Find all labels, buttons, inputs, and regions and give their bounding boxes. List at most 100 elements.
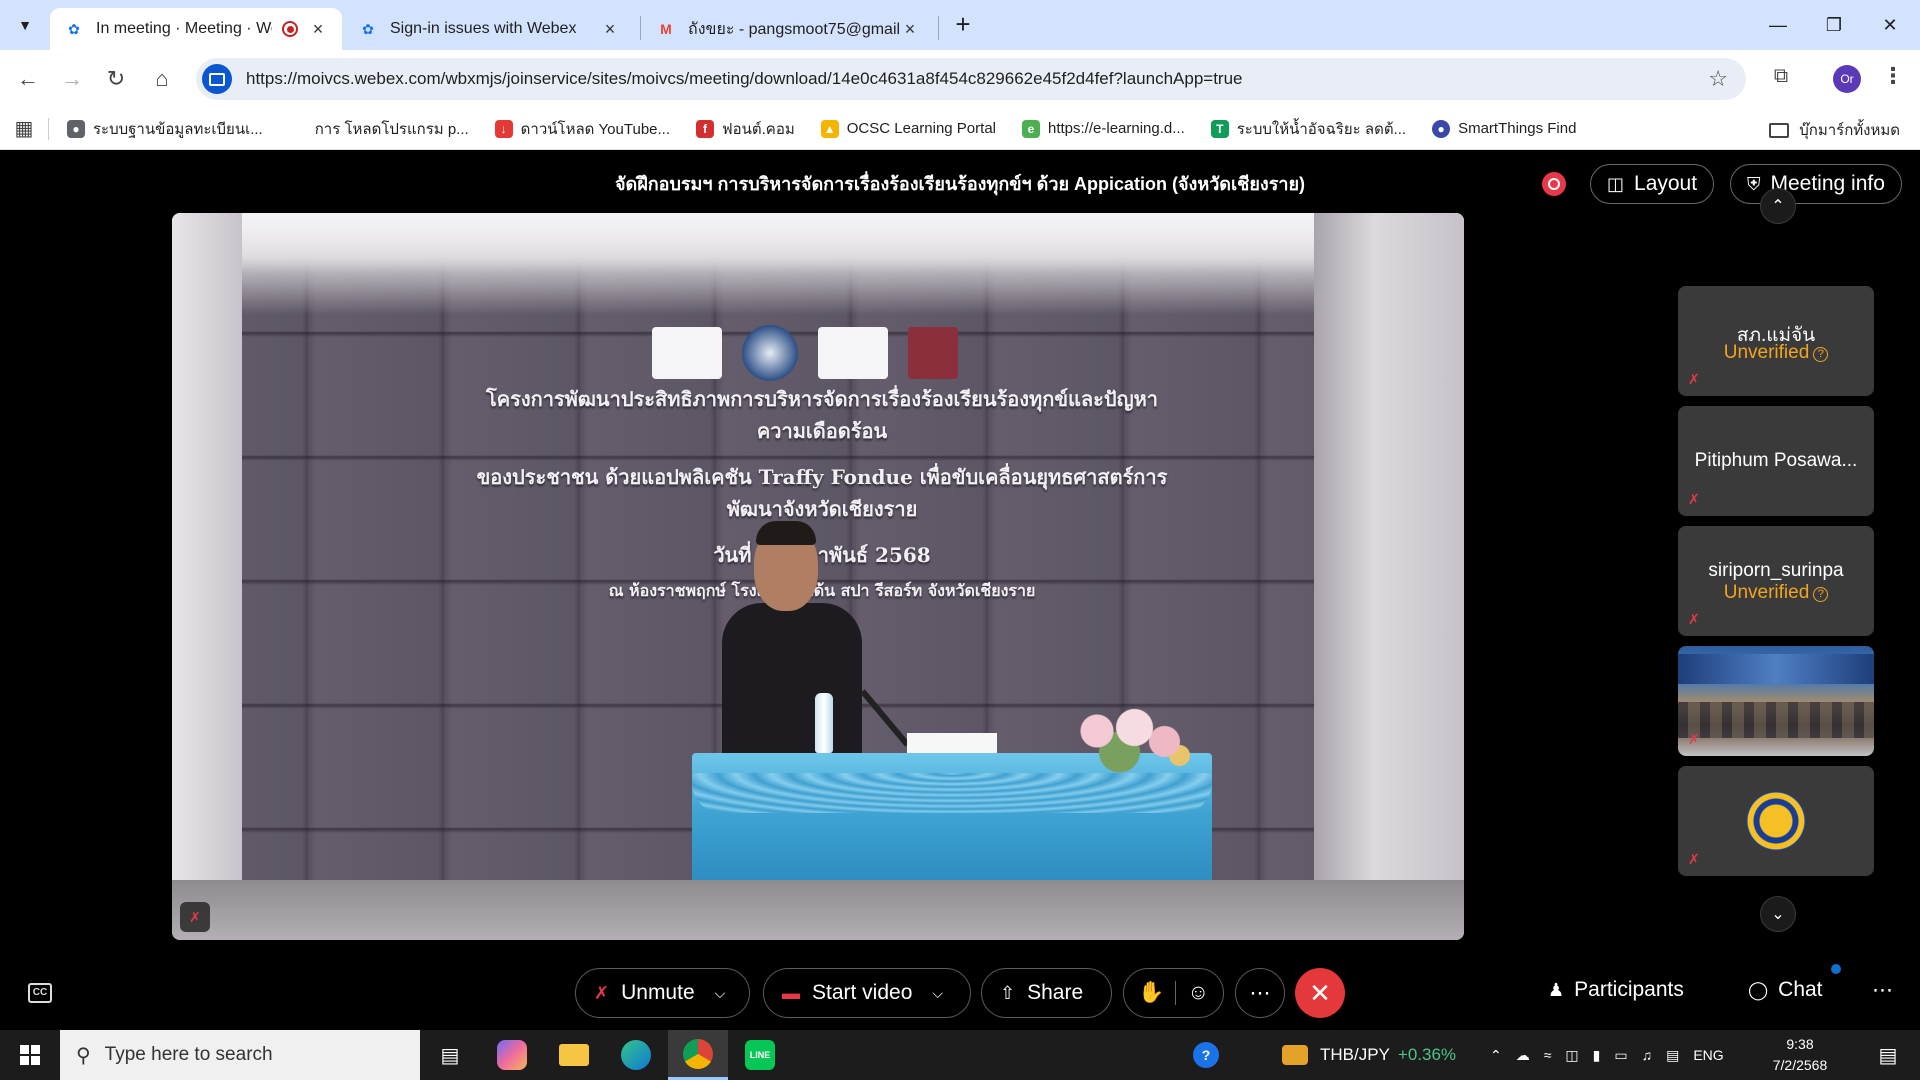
layout-button[interactable]: ◫ Layout	[1590, 164, 1715, 204]
unverified-label: Unverified?	[1678, 582, 1874, 604]
chevron-down-icon[interactable]: ⌵	[932, 985, 943, 1002]
tab-search-icon[interactable]: ▼	[10, 10, 40, 40]
extensions-icon[interactable]: ⧉	[1768, 65, 1794, 91]
file-explorer-icon[interactable]	[544, 1030, 604, 1080]
microphone-icon[interactable]: ▮	[1593, 1047, 1601, 1064]
tab-gmail[interactable]: M ถังขยะ - pangsmoot75@gmail.co ×	[642, 8, 934, 50]
scroll-down-icon[interactable]: ⌄	[1760, 896, 1796, 932]
participant-name: siriporn_surinpa	[1708, 560, 1844, 581]
banner-line: โครงการพัฒนาประสิทธิภาพการบริหารจัดการเร…	[485, 387, 1159, 443]
battery-icon[interactable]: ▭	[1614, 1047, 1627, 1064]
bookmark-item[interactable]: การ โหลดโปรแกรม p...	[288, 117, 469, 141]
bookmark-item[interactable]: e https://e-learning.d...	[1022, 119, 1185, 138]
bookmark-item[interactable]: T ระบบให้น้ำอัจฉริยะ ลดต้...	[1210, 117, 1406, 141]
bookmark-item[interactable]: ● ระบบฐานข้อมูลทะเบียนเ...	[67, 117, 263, 141]
all-bookmarks-button[interactable]: บุ๊กมาร์กทั้งหมด	[1769, 118, 1900, 142]
notifications-icon[interactable]: ▤	[1858, 1030, 1918, 1080]
bookmark-item[interactable]: ▲ OCSC Learning Portal	[820, 119, 996, 138]
new-tab-button[interactable]: +	[948, 10, 978, 40]
participant-tile[interactable]: Pitiphum Posawa... ✗	[1678, 406, 1874, 516]
address-bar[interactable]: https://moivcs.webex.com/wbxmjs/joinserv…	[196, 58, 1746, 100]
tab-webex-signin[interactable]: ✿ Sign-in issues with Webex ×	[344, 8, 634, 50]
close-window-button[interactable]: ✕	[1862, 0, 1918, 50]
chevron-up-icon[interactable]: ⌃	[1490, 1047, 1502, 1064]
start-button[interactable]	[0, 1030, 60, 1080]
wifi-icon[interactable]: ≈	[1544, 1047, 1552, 1063]
chrome-icon[interactable]	[668, 1030, 728, 1080]
help-glyph: ?	[1193, 1042, 1219, 1068]
cloud-offline-icon[interactable]: ☁	[1516, 1047, 1530, 1064]
start-video-button[interactable]: ▬ Start video ⌵	[763, 968, 971, 1018]
chat-button[interactable]: ◯ Chat	[1748, 978, 1823, 1002]
webex-favicon-icon: ✿	[68, 20, 80, 37]
mic-muted-icon: ✗	[1688, 851, 1700, 867]
video-floor	[172, 880, 1464, 940]
close-tab-icon[interactable]: ×	[900, 19, 920, 40]
tab-webex-meeting[interactable]: ✿ In meeting · Meeting · Web ×	[50, 8, 342, 50]
share-button[interactable]: ⇧ Share	[981, 968, 1112, 1018]
system-tray: ⌃ ☁ ≈ ◫ ▮ ▭ ♫ ▤ ENG	[1490, 1030, 1724, 1080]
url-text: https://moivcs.webex.com/wbxmjs/joinserv…	[246, 69, 1243, 88]
search-icon: ⚲	[76, 1044, 91, 1067]
language-indicator[interactable]: ENG	[1693, 1047, 1723, 1063]
panel-more-button[interactable]: ⋯	[1872, 978, 1893, 1003]
main-speaker-video[interactable]: โครงการพัฒนาประสิทธิภาพการบริหารจัดการเร…	[172, 213, 1464, 940]
meeting-info-button[interactable]: ⛨ Meeting info	[1730, 164, 1902, 204]
recording-indicator-icon[interactable]	[1542, 172, 1566, 196]
close-tab-icon[interactable]: ×	[308, 19, 328, 40]
copilot-icon[interactable]	[482, 1030, 542, 1080]
edge-icon[interactable]	[606, 1030, 666, 1080]
taskbar-search[interactable]: ⚲ Type here to search	[60, 1030, 420, 1080]
participant-tile[interactable]: สภ.แม่จัน Unverified? ✗	[1678, 286, 1874, 396]
task-view-icon[interactable]: ▤	[420, 1030, 480, 1080]
closed-captions-icon[interactable]: CC	[28, 983, 52, 1003]
site-info-icon[interactable]	[202, 64, 232, 94]
ticker-widget[interactable]: THB/JPY +0.36%	[1282, 1030, 1456, 1080]
scroll-up-icon[interactable]: ⌃	[1760, 188, 1796, 224]
reload-button[interactable]: ↻	[100, 63, 132, 95]
line-app-icon[interactable]: LINE	[730, 1030, 790, 1080]
more-options-button[interactable]: ⋯	[1235, 968, 1285, 1018]
volume-icon[interactable]: ♫	[1642, 1047, 1653, 1063]
minimize-window-button[interactable]: —	[1750, 0, 1806, 50]
table-skirt	[692, 773, 1212, 813]
mic-muted-icon: ✗	[180, 902, 210, 932]
profile-avatar[interactable]: Or	[1833, 65, 1861, 93]
traffy-fondue-logo	[908, 327, 958, 379]
unverified-label: Unverified?	[1678, 342, 1874, 364]
unmute-button[interactable]: ✗ Unmute ⌵	[575, 968, 750, 1018]
reactions-icon[interactable]: ☺	[1188, 981, 1209, 1005]
restore-window-button[interactable]: ❐	[1806, 0, 1862, 50]
participant-tile[interactable]: siriporn_surinpa Unverified? ✗	[1678, 526, 1874, 636]
forward-button[interactable]: →	[56, 63, 88, 95]
browser-menu-icon[interactable]: ⋮	[1882, 63, 1904, 89]
participants-button[interactable]: ♟ Participants	[1548, 978, 1684, 1002]
webex-meeting-area: จัดฝึกอบรมฯ การบริหารจัดการเรื่องร้องเรี…	[0, 150, 1920, 1030]
bookmark-item[interactable]: ● SmartThings Find	[1432, 119, 1576, 138]
bookmark-item[interactable]: ↓ ดาวน์โหลด YouTube...	[494, 117, 670, 141]
taskbar-clock[interactable]: 9:38 7/2/2568	[1770, 1034, 1830, 1076]
t-logo-icon: T	[1210, 119, 1229, 138]
participant-tile[interactable]: ✗	[1678, 766, 1874, 876]
display-icon[interactable]: ▤	[1666, 1047, 1679, 1064]
chevron-down-icon[interactable]: ⌵	[715, 985, 726, 1002]
layout-icon: ◫	[1607, 173, 1625, 194]
video-participants	[1678, 702, 1874, 738]
tab-recording-icon	[282, 21, 298, 37]
bookmark-item[interactable]: f ฟอนต์.คอม	[696, 117, 795, 141]
close-tab-icon[interactable]: ×	[600, 19, 620, 40]
bookmark-star-icon[interactable]: ☆	[1708, 66, 1728, 92]
participant-name: Pitiphum Posawa...	[1694, 450, 1858, 471]
reactions-group: ✋ ☺	[1123, 968, 1224, 1018]
home-button[interactable]: ⌂	[146, 63, 178, 95]
apps-grid-icon[interactable]: ▦	[0, 116, 48, 141]
help-icon[interactable]: ?	[1176, 1030, 1236, 1080]
back-button[interactable]: ←	[12, 63, 44, 95]
sponsor-logo	[652, 327, 722, 379]
participant-video-tile[interactable]: ✗	[1678, 646, 1874, 756]
windows-taskbar: ⚲ Type here to search ▤ LINE ? THB/JPY +…	[0, 1030, 1920, 1080]
raise-hand-icon[interactable]: ✋	[1138, 981, 1164, 1005]
elearning-icon: e	[1022, 119, 1040, 138]
leave-meeting-button[interactable]: ✕	[1295, 968, 1345, 1018]
device-icon[interactable]: ◫	[1565, 1047, 1578, 1064]
